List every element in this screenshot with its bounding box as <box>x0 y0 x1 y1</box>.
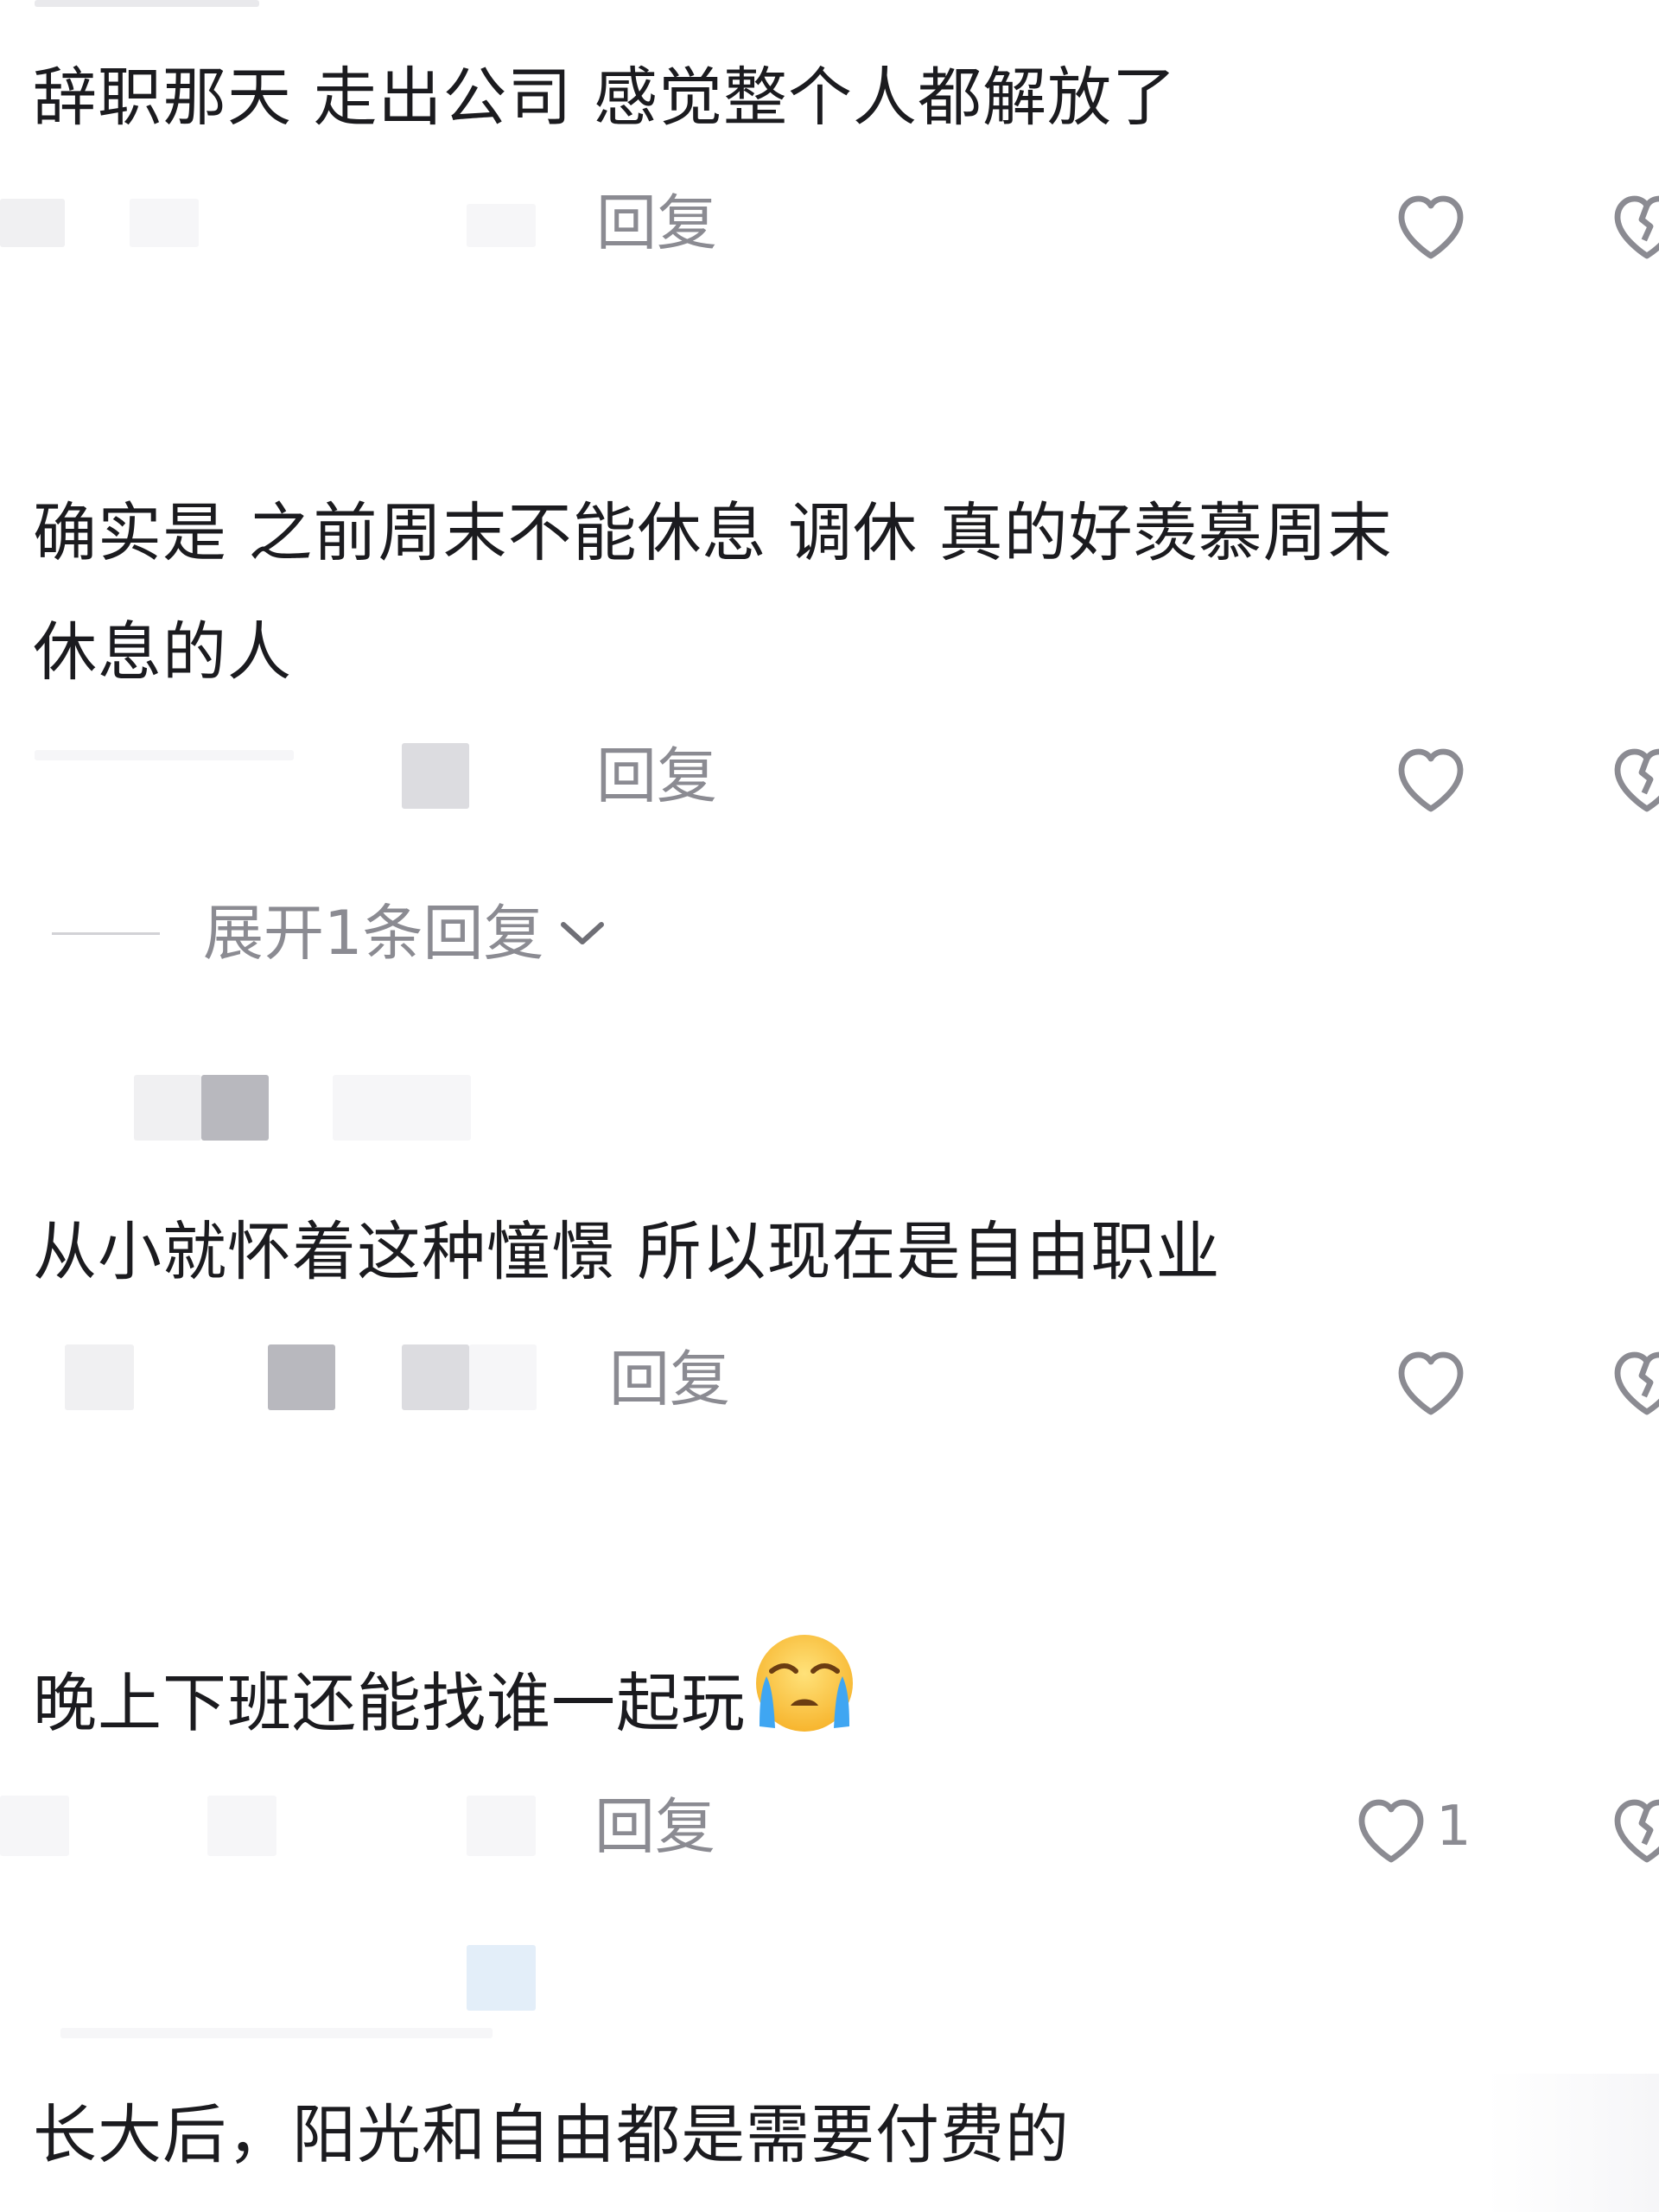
comment-3-reply-button[interactable]: 回复 <box>609 1336 730 1422</box>
comment-2-line-2: 休息的人 <box>33 615 292 690</box>
comment-2-text: 确实是 之前周末不能休息 调休 真的好羡慕周末 休息的人 <box>33 474 1393 712</box>
expand-replies-label: 展开1条回复 <box>203 898 544 969</box>
comment-1-line-1: 辞职那天 走出公司 感觉整个人都解放了 <box>33 60 1178 135</box>
redacted-username <box>130 199 199 247</box>
previous-meta-fade <box>35 0 259 7</box>
redacted-location <box>467 1796 536 1856</box>
comment-2-like-button[interactable] <box>1389 733 1476 819</box>
redacted-username <box>201 1075 269 1141</box>
comment-5-author <box>0 1940 1659 2038</box>
broken-heart-icon <box>1605 737 1659 815</box>
broken-heart-icon <box>1605 184 1659 262</box>
comment-4-dislike-button[interactable] <box>1605 1783 1659 1870</box>
redacted-time <box>268 1344 335 1410</box>
redacted-location <box>469 1344 537 1410</box>
comment-3-like-button[interactable] <box>1389 1336 1476 1422</box>
comment-1-dislike-button[interactable] <box>1605 180 1659 266</box>
redacted-username <box>60 2028 493 2038</box>
comment-1-text: 辞职那天 走出公司 感觉整个人都解放了 <box>33 38 1177 157</box>
bottom-right-watermark-fade <box>1486 2074 1659 2212</box>
comment-4-like-count: 1 <box>1436 1795 1471 1859</box>
redacted-username <box>134 1075 201 1141</box>
divider-line <box>52 931 160 935</box>
comment-1-meta: 回复 <box>0 180 1659 266</box>
redacted-location <box>402 1344 469 1410</box>
comment-2-reply-button[interactable]: 回复 <box>596 733 717 819</box>
comment-3-dislike-button[interactable] <box>1605 1336 1659 1422</box>
comment-2-meta: 回复 <box>0 733 1659 819</box>
heart-outline-icon <box>1389 737 1472 815</box>
redacted-username <box>467 1945 536 2011</box>
expand-replies-button[interactable]: 展开1条回复 <box>52 890 608 976</box>
comment-4-line-1: 晚上下班还能找谁一起玩 <box>33 1666 746 1741</box>
comment-3-meta: 回复 <box>0 1336 1659 1422</box>
broken-heart-icon <box>1605 1340 1659 1418</box>
redacted-time <box>467 204 536 247</box>
heart-outline-icon <box>1389 184 1472 262</box>
comment-5-line-1: 长大后，阳光和自由都是需要付费的 <box>33 2098 1070 2172</box>
redacted-time <box>402 743 469 809</box>
comment-3-text: 从小就怀着这种憧憬 所以现在是自由职业 <box>33 1192 1221 1312</box>
comment-4-like-button[interactable]: 1 <box>1350 1783 1471 1870</box>
redacted-username <box>0 1796 69 1856</box>
comment-4-reply-button[interactable]: 回复 <box>594 1783 715 1870</box>
broken-heart-icon <box>1605 1788 1659 1866</box>
redacted-time <box>207 1796 276 1856</box>
redacted-username <box>333 1075 471 1141</box>
comment-2-dislike-button[interactable] <box>1605 733 1659 819</box>
comment-4-meta: 回复 1 <box>0 1783 1659 1870</box>
heart-outline-icon <box>1389 1340 1472 1418</box>
comment-4-text: 晚上下班还能找谁一起玩 <box>33 1633 860 1782</box>
loudly-crying-face-icon <box>749 1628 860 1777</box>
redacted-username <box>0 199 65 247</box>
redacted-time <box>65 1344 134 1410</box>
redacted-username <box>35 750 294 760</box>
comment-1-like-button[interactable] <box>1389 180 1476 266</box>
comment-2-line-1: 确实是 之前周末不能休息 调休 真的好羡慕周末 <box>33 496 1393 570</box>
heart-outline-icon <box>1350 1788 1433 1866</box>
comment-3-author <box>0 1071 1659 1158</box>
comment-5-text: 长大后，阳光和自由都是需要付费的 <box>33 2075 1070 2195</box>
comment-list-screen: 辞职那天 走出公司 感觉整个人都解放了 回复 确实是 之前周末不能休息 调休 真… <box>0 0 1659 2212</box>
comment-3-line-1: 从小就怀着这种憧憬 所以现在是自由职业 <box>33 1215 1221 1289</box>
comment-1-reply-button[interactable]: 回复 <box>596 180 717 266</box>
chevron-down-icon <box>556 916 608 950</box>
